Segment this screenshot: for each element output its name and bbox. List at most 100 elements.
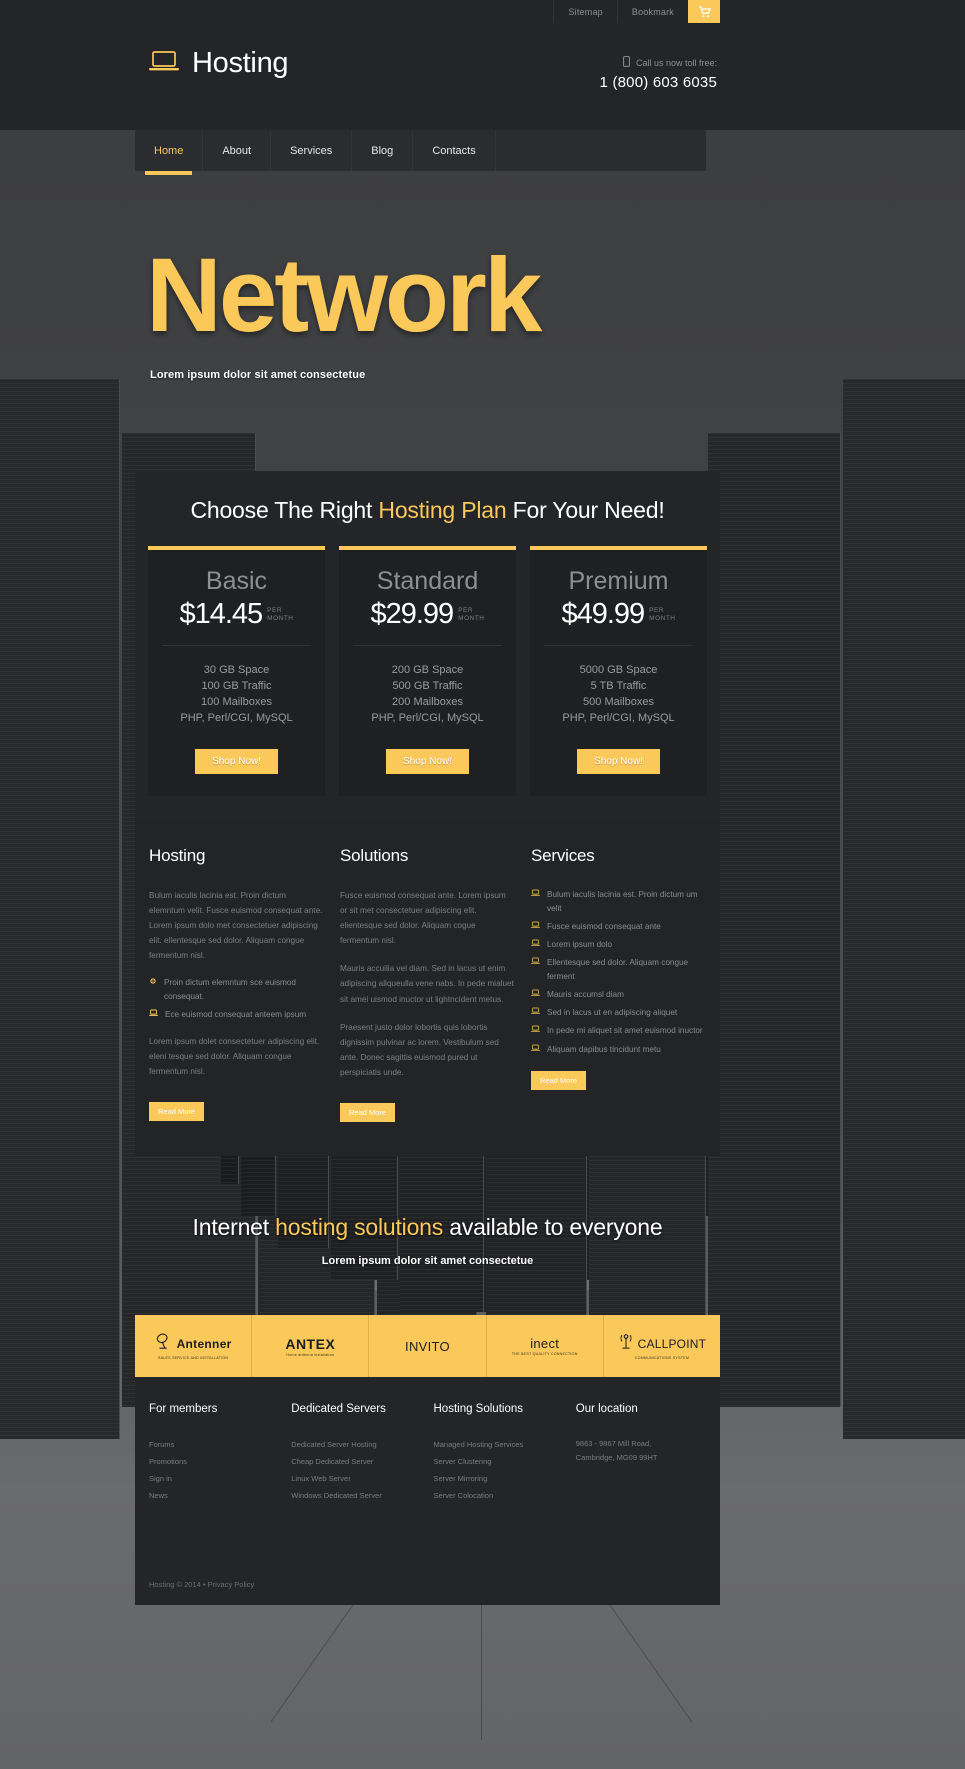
footer-link[interactable]: Managed Hosting Services <box>434 1437 564 1454</box>
footer-column-hosting-solutions: Hosting Solutions Managed Hosting Servic… <box>434 1403 564 1505</box>
list-item[interactable]: Ellentesque sed dolor. Aliquam congue fe… <box>531 956 706 984</box>
plan-feature: PHP, Perl/CGI, MySQL <box>180 712 293 725</box>
laptop-icon <box>531 988 540 1002</box>
phone-number[interactable]: 1 (800) 603 6035 <box>600 74 717 91</box>
nav-item-home[interactable]: Home <box>135 130 204 175</box>
laptop-icon <box>148 49 180 78</box>
read-more-button-solutions[interactable]: Read More <box>340 1103 396 1123</box>
list-item-label: Fusce euismod consequat ante <box>547 921 661 931</box>
plan-feature: 100 GB Traffic <box>201 679 272 692</box>
services-list: Bulum iaculis lacinia est. Proin dictum … <box>531 888 706 1057</box>
footer-link[interactable]: Server Colocation <box>434 1488 564 1505</box>
server-rack <box>843 379 965 1439</box>
shop-now-button[interactable]: Shop Now! <box>577 748 660 774</box>
laptop-icon <box>531 938 540 952</box>
nav-item-about[interactable]: About <box>203 130 272 171</box>
phone-label: Call us now toll free: <box>635 57 717 68</box>
list-item[interactable]: Bulum iaculis lacinia est. Proin dictum … <box>531 888 706 916</box>
list-item[interactable]: Aliquam dapibus tincidunt metu <box>531 1043 706 1057</box>
site-footer: For members Forums Promotions Sign in News … <box>135 1377 720 1606</box>
list-item-label: Aliquam dapibus tincidunt metu <box>547 1044 661 1054</box>
pricing-heading-after: For Your Need! <box>506 497 665 523</box>
privacy-policy-link[interactable]: Privacy Policy <box>208 1580 255 1589</box>
footer-link[interactable]: Sign in <box>149 1471 279 1488</box>
tagline-heading: Internet hosting solutions available to … <box>135 1214 720 1241</box>
laptop-icon <box>531 956 540 970</box>
partner-name: INVITO <box>405 1338 450 1354</box>
read-more-button-hosting[interactable]: Read More <box>149 1102 205 1122</box>
nav-item-contacts[interactable]: Contacts <box>413 130 496 171</box>
topbar-link-sitemap[interactable]: Sitemap <box>553 0 616 23</box>
logo-text: Hosting <box>192 47 289 79</box>
laptop-icon <box>531 1043 540 1057</box>
tagline-after: available to everyone <box>443 1214 663 1241</box>
footer-link[interactable]: News <box>149 1488 279 1505</box>
pricing-card: Basic $14.45 PER MONTH 30 GB Space 100 GB … <box>148 546 325 796</box>
partner-logo[interactable]: CALLPOINT COMMUNICATIONS SYSTEM <box>604 1315 720 1377</box>
column-services: Services Bulum iaculis lacinia est. Proi… <box>531 846 706 1123</box>
list-item[interactable]: Mauris accumsl diam <box>531 988 706 1002</box>
plan-feature: 200 Mailboxes <box>392 696 463 709</box>
tagline-before: Internet <box>192 1214 276 1241</box>
column-hosting-title: Hosting <box>149 845 206 865</box>
column-hosting-para2: Lorem ipsum dolet consectetuer adipiscin… <box>149 1036 320 1077</box>
tagline-section: Internet hosting solutions available to … <box>135 1156 720 1297</box>
column-hosting-para1: Bulum iaculis lacinia est. Proin dictum … <box>149 890 323 961</box>
footer-link[interactable]: Server Mirroring <box>434 1471 564 1488</box>
column-solutions-para2: Mauris accuilia vel diam. Sed in lacus u… <box>340 964 514 1004</box>
list-item[interactable]: Fusce euismod consequat ante <box>531 920 706 934</box>
column-solutions: Solutions Fusce euismod consequat ante. … <box>340 846 515 1123</box>
plan-name: Basic <box>205 567 268 595</box>
plan-price: $14.45 <box>179 597 263 630</box>
plan-features: 5000 GB Space 5 TB Traffic 500 Mailboxes PH… <box>544 662 693 727</box>
footer-link[interactable]: Windows Dedicated Server <box>291 1488 421 1505</box>
list-item[interactable]: Sed in lacus ut en adipiscing aliquet <box>531 1006 706 1020</box>
laptop-icon <box>531 1024 540 1038</box>
list-item-label: Proin dictum elemntum sce euismod conseq… <box>164 978 296 1001</box>
list-item[interactable]: In pede mi aliquet sit amet euismod inuc… <box>531 1024 706 1038</box>
plan-feature: PHP, Perl/CGI, MySQL <box>562 712 675 725</box>
footer-link[interactable]: Promotions <box>149 1454 279 1471</box>
partner-name: Antenner <box>176 1336 232 1351</box>
site-logo[interactable]: Hosting <box>148 47 289 80</box>
partner-logo[interactable]: inect THE BEST QUALITY CONNECTION <box>487 1315 604 1378</box>
content-columns: Hosting Bulum iaculis lacinia est. Proin… <box>135 817 720 1157</box>
read-more-button-services[interactable]: Read More <box>531 1070 587 1090</box>
address-line-2: Cambridge, MG09 99HT <box>575 1453 658 1463</box>
partner-logo[interactable]: INVITO <box>369 1315 487 1378</box>
pricing-panel: Choose The Right Hosting Plan For Your N… <box>135 471 720 818</box>
list-item-label: Ellentesque sed dolor. Aliquam congue fe… <box>547 958 689 982</box>
antenna-tower-icon <box>618 1332 634 1355</box>
partner-logo[interactable]: ANTEX Home antenna installation <box>252 1315 370 1378</box>
footer-link[interactable]: Linux Web Server <box>291 1471 421 1488</box>
footer-link[interactable]: Dedicated Server Hosting <box>291 1437 421 1454</box>
footer-link[interactable]: Server Clustering <box>434 1454 564 1471</box>
shop-now-button[interactable]: Shop Now! <box>195 748 278 774</box>
column-hosting: Hosting Bulum iaculis lacinia est. Proin… <box>149 846 324 1123</box>
cart-icon[interactable] <box>688 0 720 23</box>
plan-feature: 100 Mailboxes <box>201 696 272 709</box>
plan-name: Premium <box>568 567 669 595</box>
partner-logo[interactable]: Antenner SALES SERVICE AND INSTALLATION <box>135 1315 253 1378</box>
pricing-card: Standard $29.99 PER MONTH 200 GB Space 500… <box>339 546 516 796</box>
partner-name: inect <box>530 1336 560 1352</box>
shop-now-button[interactable]: Shop Now! <box>386 748 469 774</box>
laptop-icon <box>531 1006 540 1020</box>
nav-item-blog[interactable]: Blog <box>352 130 414 171</box>
hero-section: Network Lorem ipsum dolor sit amet conse… <box>0 171 965 471</box>
tagline-subtitle: Lorem ipsum dolor sit amet consectetue <box>321 1255 534 1268</box>
footer-link[interactable]: Cheap Dedicated Server <box>291 1454 421 1471</box>
list-item[interactable]: Ece euismod consequat anteem ipsum <box>149 1008 324 1021</box>
laptop-icon <box>531 888 540 902</box>
list-item[interactable]: Lorem ipsum dolo <box>531 938 706 952</box>
list-item-label: Lorem ipsum dolo <box>547 939 613 949</box>
list-item-label: Ece euismod consequat anteem ipsum <box>165 1009 307 1019</box>
plan-price-row: $49.99 PER MONTH <box>544 598 693 646</box>
topbar-link-bookmark[interactable]: Bookmark <box>616 0 688 23</box>
nav-item-services[interactable]: Services <box>271 130 353 171</box>
footer-column-title: For members <box>149 1403 218 1416</box>
list-item[interactable]: Proin dictum elemntum sce euismod conseq… <box>149 976 324 1002</box>
footer-column-members: For members Forums Promotions Sign in News <box>149 1403 279 1505</box>
list-item-label: Bulum iaculis lacinia est. Proin dictum … <box>547 889 698 913</box>
footer-link[interactable]: Forums <box>149 1437 279 1454</box>
